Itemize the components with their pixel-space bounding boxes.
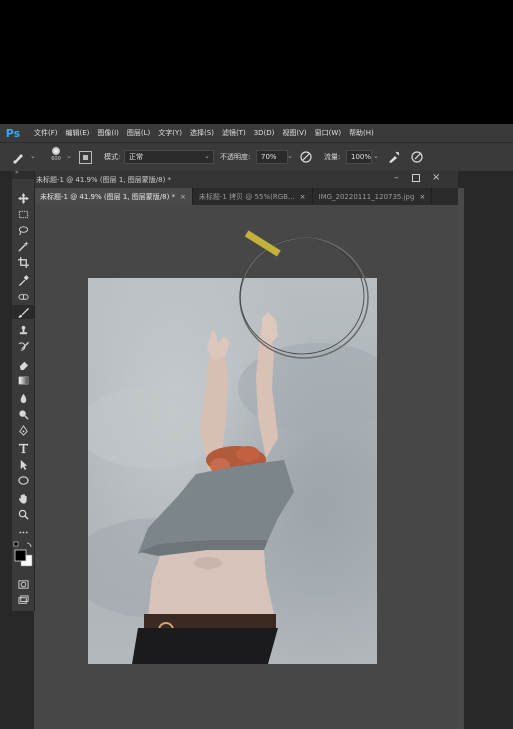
foreground-background-colors[interactable] [13, 541, 33, 573]
lasso-icon[interactable] [12, 223, 34, 237]
menu-file[interactable]: 文件(F) [30, 128, 62, 138]
photoshop-logo: Ps [5, 126, 21, 140]
toolbar-grip[interactable]: » [12, 169, 34, 179]
tab-untitled-1-copy[interactable]: 未标题-1 拷贝 @ 55%(RGB... × [193, 188, 313, 205]
healing-brush-icon[interactable] [12, 289, 34, 303]
menu-edit[interactable]: 编辑(E) [62, 128, 94, 138]
tools-panel: » [12, 169, 35, 611]
top-black-area [0, 0, 513, 124]
menu-help[interactable]: 帮助(H) [345, 128, 378, 138]
type-icon[interactable] [12, 441, 34, 455]
mode-label: 模式: [104, 153, 121, 161]
tab-img-jpg[interactable]: IMG_20220111_120735.jpg × [313, 188, 433, 205]
tab-label: 未标题-1 @ 41.9% (图层 1, 图层蒙版/8) * [40, 192, 176, 201]
options-bar: ⌄ 600 ⌄ 模式: 正常 ⌄ 不透明度: 70% ⌄ 流量: 100% ⌄ [0, 142, 513, 172]
hand-icon[interactable] [12, 491, 34, 505]
crop-icon[interactable] [12, 255, 34, 269]
document-title: 未标题-1 @ 41.9% (图层 1, 图层蒙版/8) * [36, 176, 172, 184]
flow-label: 流量: [324, 153, 341, 161]
brush-tool-preset-icon[interactable] [12, 150, 28, 166]
brush-cursor [232, 226, 377, 366]
flow-value: 100% [351, 153, 372, 161]
menu-bar: Ps 文件(F) 编辑(E) 图像(I) 图层(L) 文字(Y) 选择(S) 滤… [0, 124, 513, 142]
maximize-icon[interactable] [412, 174, 420, 182]
brush-icon[interactable] [12, 305, 34, 319]
pressure-size-icon[interactable] [410, 150, 424, 166]
pen-icon[interactable] [12, 423, 34, 437]
vertical-scrollbar[interactable] [458, 188, 464, 729]
close-icon[interactable]: × [300, 193, 306, 201]
chevron-down-icon[interactable]: ⌄ [30, 152, 36, 160]
move-icon[interactable] [12, 191, 34, 205]
menu-filter[interactable]: 滤镜(T) [218, 128, 250, 138]
opacity-label: 不透明度: [220, 153, 251, 161]
blur-icon[interactable] [12, 391, 34, 405]
brush-size-value: 600 [51, 156, 61, 162]
chevron-down-icon[interactable]: ⌄ [373, 152, 379, 160]
dodge-icon[interactable] [12, 407, 34, 421]
marquee-icon[interactable] [12, 207, 34, 221]
brush-panel-icon[interactable] [79, 151, 92, 164]
screen-mode-icon[interactable] [12, 593, 34, 607]
gradient-icon[interactable] [12, 373, 34, 387]
document-title-bar[interactable]: 未标题-1 @ 41.9% (图层 1, 图层蒙版/8) * – × [34, 171, 458, 189]
menu-window[interactable]: 窗口(W) [311, 128, 345, 138]
chevron-down-icon[interactable]: ⌄ [287, 152, 293, 160]
more-tools-icon[interactable] [12, 525, 34, 539]
eraser-icon[interactable] [12, 357, 34, 371]
brush-size-picker[interactable]: 600 [48, 147, 64, 167]
ellipse-icon[interactable] [12, 473, 34, 487]
chevron-down-icon[interactable]: ⌄ [204, 152, 210, 160]
menu-type[interactable]: 文字(Y) [154, 128, 186, 138]
quick-mask-icon[interactable] [12, 577, 34, 591]
mode-select[interactable]: 正常 [124, 150, 214, 164]
tab-untitled-1[interactable]: 未标题-1 @ 41.9% (图层 1, 图层蒙版/8) * × [34, 188, 193, 205]
document-tabs: 未标题-1 @ 41.9% (图层 1, 图层蒙版/8) * × 未标题-1 拷贝… [34, 188, 458, 205]
menu-3d[interactable]: 3D(D) [250, 129, 279, 137]
zoom-icon[interactable] [12, 507, 34, 521]
menu-select[interactable]: 选择(S) [186, 128, 218, 138]
close-icon[interactable]: × [419, 193, 425, 201]
history-brush-icon[interactable] [12, 339, 34, 353]
eyedropper-icon[interactable] [12, 273, 34, 287]
magic-wand-icon[interactable] [12, 239, 34, 253]
tab-label: IMG_20220111_120735.jpg [318, 192, 415, 201]
pressure-opacity-icon[interactable] [299, 150, 313, 166]
minimize-icon[interactable]: – [394, 173, 399, 183]
close-icon[interactable]: × [180, 193, 186, 201]
opacity-value: 70% [261, 153, 277, 161]
flow-field[interactable]: 100% [346, 150, 372, 164]
airbrush-icon[interactable] [387, 150, 401, 166]
path-selection-icon[interactable] [12, 457, 34, 471]
opacity-field[interactable]: 70% [256, 150, 288, 164]
tab-label: 未标题-1 拷贝 @ 55%(RGB... [198, 192, 295, 201]
clone-stamp-icon[interactable] [12, 323, 34, 337]
mode-value: 正常 [129, 153, 143, 161]
close-icon[interactable]: × [432, 172, 440, 183]
menu-image[interactable]: 图像(I) [93, 128, 123, 138]
chevron-down-icon[interactable]: ⌄ [66, 152, 72, 160]
menu-layer[interactable]: 图层(L) [123, 128, 154, 138]
menu-view[interactable]: 视图(V) [278, 128, 310, 138]
